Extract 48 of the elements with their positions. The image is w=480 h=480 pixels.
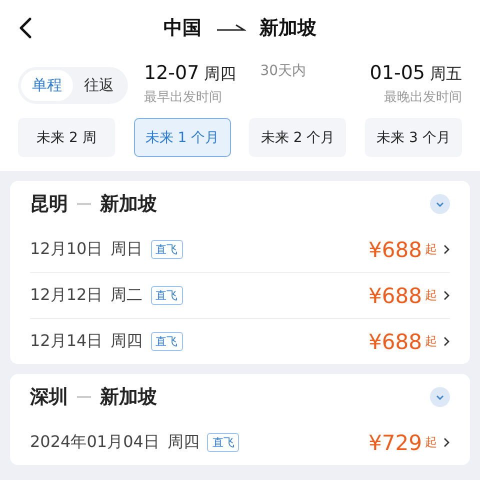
direct-tag: 直飞 <box>150 332 183 351</box>
range-chip[interactable]: 未来 2 周 <box>18 118 115 157</box>
flight-date: 12月10日 <box>30 239 103 260</box>
flight-date: 12月12日 <box>30 285 103 306</box>
direct-tag: 直飞 <box>207 433 240 452</box>
back-icon[interactable] <box>18 17 32 39</box>
flight-date: 2024年01月04日 <box>30 432 160 453</box>
range-chip[interactable]: 未来 3 个月 <box>364 118 462 157</box>
expand-icon[interactable] <box>430 387 450 407</box>
date-label: 12-07 <box>144 62 200 84</box>
direct-tag: 直飞 <box>150 240 183 259</box>
destination-title: 新加坡 <box>260 16 316 41</box>
flight-weekday: 周日 <box>110 239 143 260</box>
route-destination: 新加坡 <box>100 192 157 217</box>
price-suffix: 起 <box>425 333 437 350</box>
price-label: ¥688 <box>368 330 422 354</box>
price-suffix: 起 <box>425 241 437 258</box>
route-origin: 深圳 <box>30 385 68 410</box>
date-caption: 最早出发时间 <box>144 89 223 106</box>
chevron-right-icon <box>443 290 450 301</box>
trip-type-tab[interactable]: 往返 <box>73 70 125 101</box>
range-chip[interactable]: 未来 2 个月 <box>249 118 346 157</box>
origin-title: 中国 <box>164 16 202 41</box>
expand-icon[interactable] <box>430 194 450 214</box>
direct-tag: 直飞 <box>150 286 183 305</box>
flight-weekday: 周四 <box>167 432 200 453</box>
range-span-label: 30天内 <box>260 62 306 80</box>
price-suffix: 起 <box>425 434 437 451</box>
range-chip[interactable]: 未来 1 个月 <box>134 118 231 157</box>
flight-weekday: 周四 <box>110 331 143 352</box>
dash-icon <box>76 395 92 399</box>
weekday-label: 周五 <box>430 64 462 85</box>
chevron-right-icon <box>443 244 450 255</box>
flight-weekday: 周二 <box>110 285 143 306</box>
price-label: ¥729 <box>368 430 422 454</box>
chevron-right-icon <box>443 437 450 448</box>
flight-date: 12月14日 <box>30 331 103 352</box>
dash-icon <box>76 202 92 206</box>
route-origin: 昆明 <box>30 192 68 217</box>
price-label: ¥688 <box>368 284 422 308</box>
date-label: 01-05 <box>370 62 425 84</box>
weekday-label: 周四 <box>204 64 236 85</box>
date-caption: 最晚出发时间 <box>384 89 462 106</box>
route-destination: 新加坡 <box>100 385 157 410</box>
price-label: ¥688 <box>368 238 422 262</box>
chevron-right-icon <box>443 336 450 347</box>
trip-type-tab[interactable]: 单程 <box>21 70 73 101</box>
price-suffix: 起 <box>425 287 437 304</box>
